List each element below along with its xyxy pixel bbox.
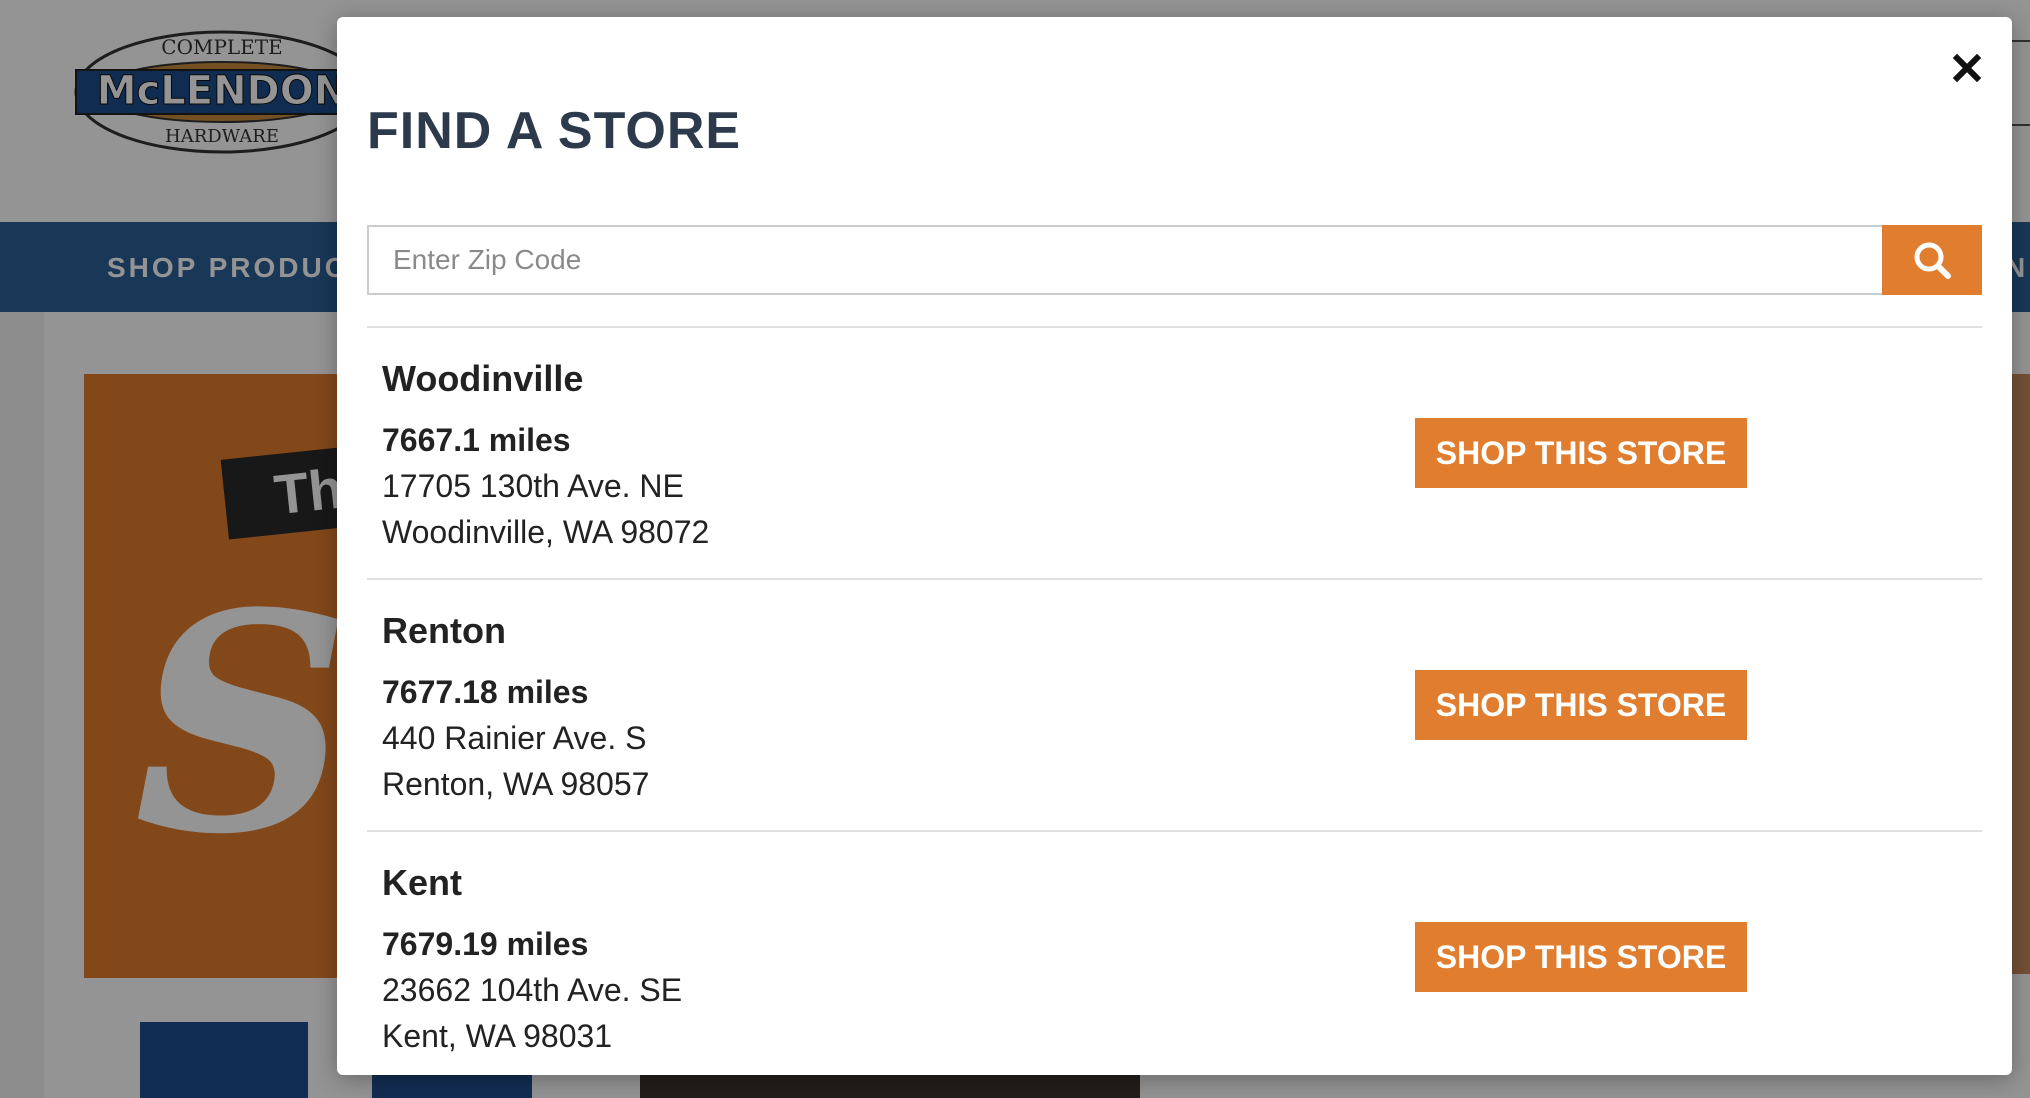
store-distance: 7667.1 miles	[382, 422, 571, 458]
store-name: Renton	[382, 610, 506, 651]
shop-this-store-button[interactable]: SHOP THIS STORE	[1415, 922, 1747, 992]
store-street: 23662 104th Ave. SE	[382, 972, 683, 1008]
store-item: Woodinville 7667.1 miles 17705 130th Ave…	[367, 328, 1982, 580]
store-street: 440 Rainier Ave. S	[382, 720, 647, 756]
find-store-modal: FIND A STORE Woodinville 7667.1 miles 17…	[337, 17, 2012, 1075]
store-name: Woodinville	[382, 358, 584, 399]
store-distance: 7677.18 miles	[382, 674, 589, 710]
search-button[interactable]	[1882, 225, 1982, 295]
search-icon	[1914, 242, 1951, 279]
shop-this-store-button[interactable]: SHOP THIS STORE	[1415, 418, 1747, 488]
zip-code-input[interactable]	[367, 225, 1882, 295]
store-street: 17705 130th Ave. NE	[382, 468, 684, 504]
close-button[interactable]	[1942, 43, 1992, 93]
store-city: Kent, WA 98031	[382, 1018, 613, 1054]
store-list: Woodinville 7667.1 miles 17705 130th Ave…	[367, 326, 1982, 1075]
store-city: Renton, WA 98057	[382, 766, 650, 802]
store-item: Renton 7677.18 miles 440 Rainier Ave. S …	[367, 580, 1982, 832]
store-name: Kent	[382, 862, 462, 903]
store-distance: 7679.19 miles	[382, 926, 589, 962]
modal-title: FIND A STORE	[367, 102, 742, 160]
shop-this-store-button[interactable]: SHOP THIS STORE	[1415, 670, 1747, 740]
close-icon	[1953, 54, 1981, 82]
store-item: Kent 7679.19 miles 23662 104th Ave. SE K…	[367, 832, 1982, 1075]
store-city: Woodinville, WA 98072	[382, 514, 710, 550]
